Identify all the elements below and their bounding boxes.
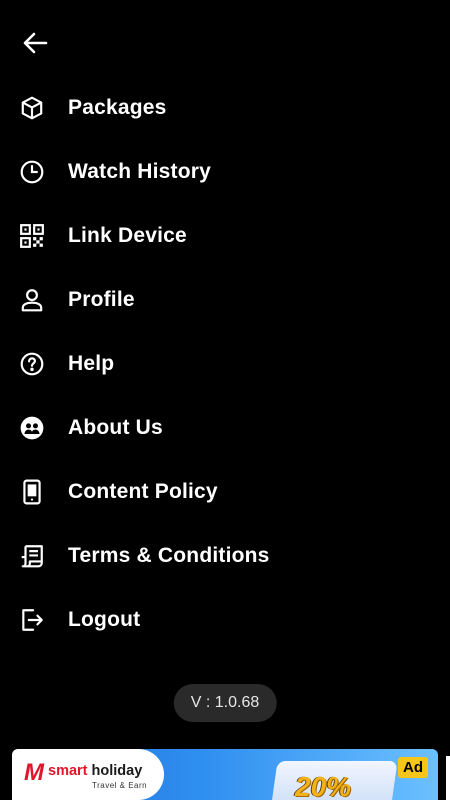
ad-logo-mark: M — [24, 759, 44, 786]
menu-item-label: About Us — [68, 416, 163, 439]
ad-logo: M smart holiday Travel & Earn — [12, 749, 164, 800]
side-menu: Packages Watch History Link Device Profi… — [0, 76, 450, 652]
arrow-left-icon — [23, 32, 48, 54]
ad-banner[interactable]: M smart holiday Travel & Earn 20% Ad — [12, 749, 438, 800]
menu-item-terms-conditions[interactable]: Terms & Conditions — [0, 524, 450, 588]
scroll-document-icon — [19, 543, 45, 569]
clock-icon — [19, 159, 45, 185]
menu-item-label: Watch History — [68, 160, 212, 183]
box-icon — [19, 95, 45, 121]
person-icon — [19, 287, 45, 313]
back-button[interactable] — [18, 28, 52, 58]
menu-item-watch-history[interactable]: Watch History — [0, 140, 450, 204]
menu-item-link-device[interactable]: Link Device — [0, 204, 450, 268]
logout-icon — [19, 607, 45, 633]
ad-tagline: Travel & Earn — [92, 781, 148, 790]
menu-item-logout[interactable]: Logout — [0, 588, 450, 652]
menu-item-help[interactable]: Help — [0, 332, 450, 396]
menu-item-label: Content Policy — [68, 480, 218, 503]
ad-brand: smart holiday — [48, 763, 143, 779]
next-ad-edge — [446, 756, 450, 800]
menu-item-label: Terms & Conditions — [68, 544, 270, 567]
qr-code-icon — [19, 223, 45, 249]
menu-item-label: Help — [68, 352, 115, 375]
version-pill: V : 1.0.68 — [173, 684, 277, 722]
menu-item-content-policy[interactable]: Content Policy — [0, 460, 450, 524]
menu-item-label: Profile — [68, 288, 135, 311]
people-circle-icon — [19, 415, 45, 441]
menu-item-label: Packages — [68, 96, 167, 119]
menu-item-packages[interactable]: Packages — [0, 76, 450, 140]
menu-item-about-us[interactable]: About Us — [0, 396, 450, 460]
menu-item-label: Link Device — [68, 224, 187, 247]
help-circle-icon — [19, 351, 45, 377]
menu-item-profile[interactable]: Profile — [0, 268, 450, 332]
ad-offer-text: 20% — [295, 771, 352, 800]
menu-item-label: Logout — [68, 608, 141, 631]
phone-document-icon — [19, 479, 45, 505]
ad-badge: Ad — [398, 757, 428, 778]
